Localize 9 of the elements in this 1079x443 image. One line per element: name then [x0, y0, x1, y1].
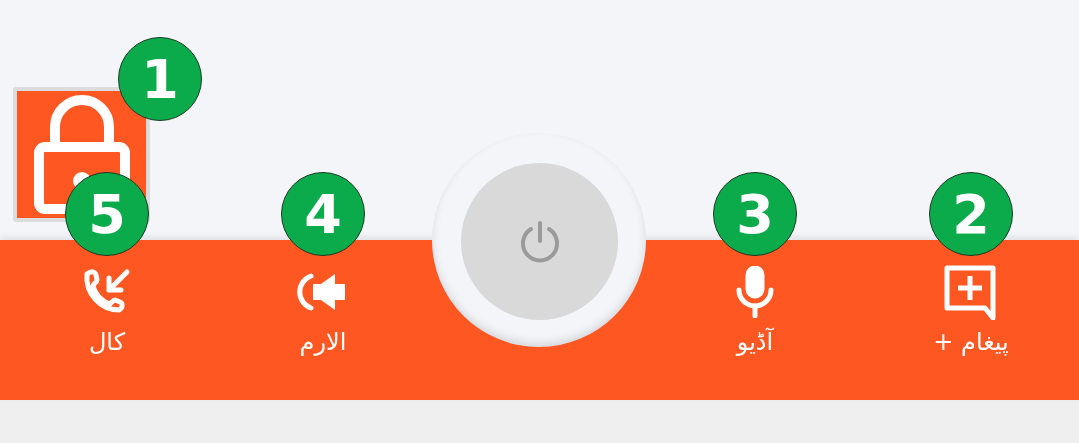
nav-button[interactable]: الارم [297, 264, 349, 384]
number-badge: 3 [713, 172, 797, 256]
number-badge: 4 [281, 172, 365, 256]
nav-button[interactable]: پیغام + [933, 264, 1009, 384]
number-badge: 1 [118, 37, 202, 121]
number-badge: 2 [929, 172, 1013, 256]
add-message-icon [943, 264, 999, 320]
nav-button[interactable]: کال [81, 264, 133, 384]
nav-button[interactable]: آڈیو [729, 264, 781, 384]
